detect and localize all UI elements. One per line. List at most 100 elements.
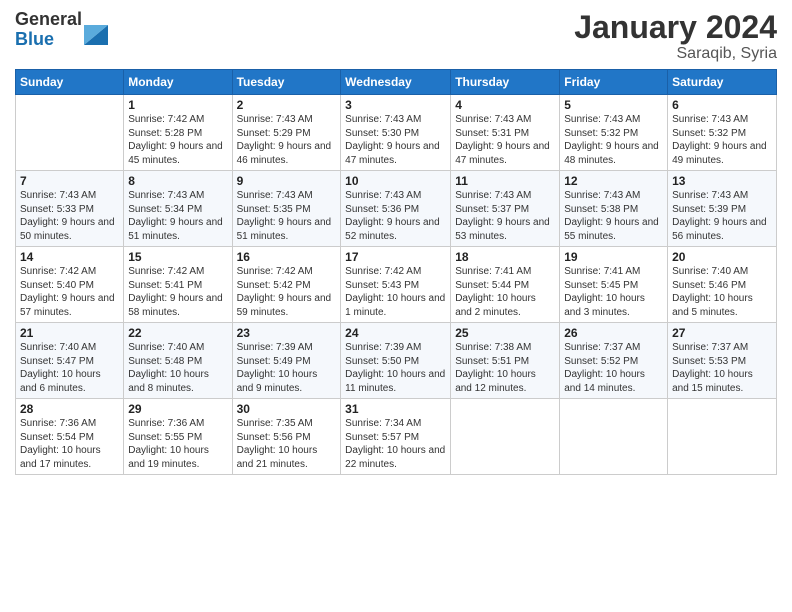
table-cell: 31Sunrise: 7:34 AMSunset: 5:57 PMDayligh…: [341, 399, 451, 475]
day-info: Sunrise: 7:43 AMSunset: 5:39 PMDaylight:…: [672, 189, 772, 243]
weekday-header-friday: Friday: [560, 70, 668, 95]
table-cell: 9Sunrise: 7:43 AMSunset: 5:35 PMDaylight…: [232, 171, 341, 247]
day-number: 4: [455, 98, 555, 112]
month-title: January 2024: [574, 10, 777, 45]
logo-general: General: [15, 10, 82, 30]
day-info: Sunrise: 7:41 AMSunset: 5:45 PMDaylight:…: [564, 265, 663, 319]
day-info: Sunrise: 7:41 AMSunset: 5:44 PMDaylight:…: [455, 265, 555, 319]
day-number: 21: [20, 326, 119, 340]
weekday-header-thursday: Thursday: [451, 70, 560, 95]
day-info: Sunrise: 7:35 AMSunset: 5:56 PMDaylight:…: [237, 417, 337, 471]
day-info: Sunrise: 7:43 AMSunset: 5:37 PMDaylight:…: [455, 189, 555, 243]
table-cell: 5Sunrise: 7:43 AMSunset: 5:32 PMDaylight…: [560, 95, 668, 171]
title-block: January 2024 Saraqib, Syria: [574, 10, 777, 63]
table-cell: 24Sunrise: 7:39 AMSunset: 5:50 PMDayligh…: [341, 323, 451, 399]
day-info: Sunrise: 7:42 AMSunset: 5:41 PMDaylight:…: [128, 265, 227, 319]
day-number: 8: [128, 174, 227, 188]
table-cell: 19Sunrise: 7:41 AMSunset: 5:45 PMDayligh…: [560, 247, 668, 323]
weekday-header-monday: Monday: [124, 70, 232, 95]
table-cell: 25Sunrise: 7:38 AMSunset: 5:51 PMDayligh…: [451, 323, 560, 399]
day-info: Sunrise: 7:37 AMSunset: 5:53 PMDaylight:…: [672, 341, 772, 395]
day-info: Sunrise: 7:43 AMSunset: 5:32 PMDaylight:…: [672, 113, 772, 167]
table-cell: 13Sunrise: 7:43 AMSunset: 5:39 PMDayligh…: [668, 171, 777, 247]
table-cell: 14Sunrise: 7:42 AMSunset: 5:40 PMDayligh…: [16, 247, 124, 323]
day-info: Sunrise: 7:43 AMSunset: 5:31 PMDaylight:…: [455, 113, 555, 167]
day-number: 26: [564, 326, 663, 340]
day-info: Sunrise: 7:43 AMSunset: 5:35 PMDaylight:…: [237, 189, 337, 243]
day-info: Sunrise: 7:34 AMSunset: 5:57 PMDaylight:…: [345, 417, 446, 471]
header: General Blue January 2024 Saraqib, Syria: [15, 10, 777, 63]
day-info: Sunrise: 7:42 AMSunset: 5:42 PMDaylight:…: [237, 265, 337, 319]
day-info: Sunrise: 7:37 AMSunset: 5:52 PMDaylight:…: [564, 341, 663, 395]
day-number: 2: [237, 98, 337, 112]
table-cell: [16, 95, 124, 171]
day-info: Sunrise: 7:36 AMSunset: 5:54 PMDaylight:…: [20, 417, 119, 471]
day-number: 10: [345, 174, 446, 188]
table-cell: 17Sunrise: 7:42 AMSunset: 5:43 PMDayligh…: [341, 247, 451, 323]
day-number: 12: [564, 174, 663, 188]
day-info: Sunrise: 7:42 AMSunset: 5:43 PMDaylight:…: [345, 265, 446, 319]
table-cell: 29Sunrise: 7:36 AMSunset: 5:55 PMDayligh…: [124, 399, 232, 475]
day-info: Sunrise: 7:36 AMSunset: 5:55 PMDaylight:…: [128, 417, 227, 471]
day-number: 30: [237, 402, 337, 416]
day-info: Sunrise: 7:43 AMSunset: 5:34 PMDaylight:…: [128, 189, 227, 243]
table-cell: 18Sunrise: 7:41 AMSunset: 5:44 PMDayligh…: [451, 247, 560, 323]
day-number: 19: [564, 250, 663, 264]
day-number: 17: [345, 250, 446, 264]
day-number: 28: [20, 402, 119, 416]
week-row-4: 21Sunrise: 7:40 AMSunset: 5:47 PMDayligh…: [16, 323, 777, 399]
day-number: 20: [672, 250, 772, 264]
page: General Blue January 2024 Saraqib, Syria…: [0, 0, 792, 612]
table-cell: 2Sunrise: 7:43 AMSunset: 5:29 PMDaylight…: [232, 95, 341, 171]
logo: General Blue: [15, 10, 108, 50]
location: Saraqib, Syria: [574, 45, 777, 63]
table-cell: 15Sunrise: 7:42 AMSunset: 5:41 PMDayligh…: [124, 247, 232, 323]
day-number: 23: [237, 326, 337, 340]
day-number: 14: [20, 250, 119, 264]
day-number: 22: [128, 326, 227, 340]
day-info: Sunrise: 7:40 AMSunset: 5:46 PMDaylight:…: [672, 265, 772, 319]
day-number: 31: [345, 402, 446, 416]
day-info: Sunrise: 7:38 AMSunset: 5:51 PMDaylight:…: [455, 341, 555, 395]
day-info: Sunrise: 7:43 AMSunset: 5:32 PMDaylight:…: [564, 113, 663, 167]
day-info: Sunrise: 7:43 AMSunset: 5:30 PMDaylight:…: [345, 113, 446, 167]
table-cell: 30Sunrise: 7:35 AMSunset: 5:56 PMDayligh…: [232, 399, 341, 475]
logo-blue: Blue: [15, 30, 82, 50]
weekday-header-sunday: Sunday: [16, 70, 124, 95]
table-cell: [668, 399, 777, 475]
day-number: 1: [128, 98, 227, 112]
day-number: 6: [672, 98, 772, 112]
table-cell: 4Sunrise: 7:43 AMSunset: 5:31 PMDaylight…: [451, 95, 560, 171]
day-info: Sunrise: 7:43 AMSunset: 5:29 PMDaylight:…: [237, 113, 337, 167]
day-info: Sunrise: 7:43 AMSunset: 5:33 PMDaylight:…: [20, 189, 119, 243]
table-cell: 6Sunrise: 7:43 AMSunset: 5:32 PMDaylight…: [668, 95, 777, 171]
day-number: 24: [345, 326, 446, 340]
day-number: 13: [672, 174, 772, 188]
day-info: Sunrise: 7:39 AMSunset: 5:50 PMDaylight:…: [345, 341, 446, 395]
day-info: Sunrise: 7:40 AMSunset: 5:48 PMDaylight:…: [128, 341, 227, 395]
table-cell: [451, 399, 560, 475]
day-info: Sunrise: 7:42 AMSunset: 5:28 PMDaylight:…: [128, 113, 227, 167]
day-info: Sunrise: 7:42 AMSunset: 5:40 PMDaylight:…: [20, 265, 119, 319]
day-number: 5: [564, 98, 663, 112]
weekday-header-saturday: Saturday: [668, 70, 777, 95]
day-number: 27: [672, 326, 772, 340]
logo-icon: [84, 15, 108, 45]
week-row-3: 14Sunrise: 7:42 AMSunset: 5:40 PMDayligh…: [16, 247, 777, 323]
day-number: 18: [455, 250, 555, 264]
day-number: 16: [237, 250, 337, 264]
table-cell: 20Sunrise: 7:40 AMSunset: 5:46 PMDayligh…: [668, 247, 777, 323]
day-number: 15: [128, 250, 227, 264]
table-cell: 27Sunrise: 7:37 AMSunset: 5:53 PMDayligh…: [668, 323, 777, 399]
table-cell: 10Sunrise: 7:43 AMSunset: 5:36 PMDayligh…: [341, 171, 451, 247]
day-info: Sunrise: 7:43 AMSunset: 5:38 PMDaylight:…: [564, 189, 663, 243]
day-number: 25: [455, 326, 555, 340]
day-info: Sunrise: 7:40 AMSunset: 5:47 PMDaylight:…: [20, 341, 119, 395]
logo-text: General Blue: [15, 10, 82, 50]
calendar-table: SundayMondayTuesdayWednesdayThursdayFrid…: [15, 69, 777, 475]
table-cell: 3Sunrise: 7:43 AMSunset: 5:30 PMDaylight…: [341, 95, 451, 171]
day-number: 29: [128, 402, 227, 416]
table-cell: 7Sunrise: 7:43 AMSunset: 5:33 PMDaylight…: [16, 171, 124, 247]
day-info: Sunrise: 7:43 AMSunset: 5:36 PMDaylight:…: [345, 189, 446, 243]
table-cell: 11Sunrise: 7:43 AMSunset: 5:37 PMDayligh…: [451, 171, 560, 247]
